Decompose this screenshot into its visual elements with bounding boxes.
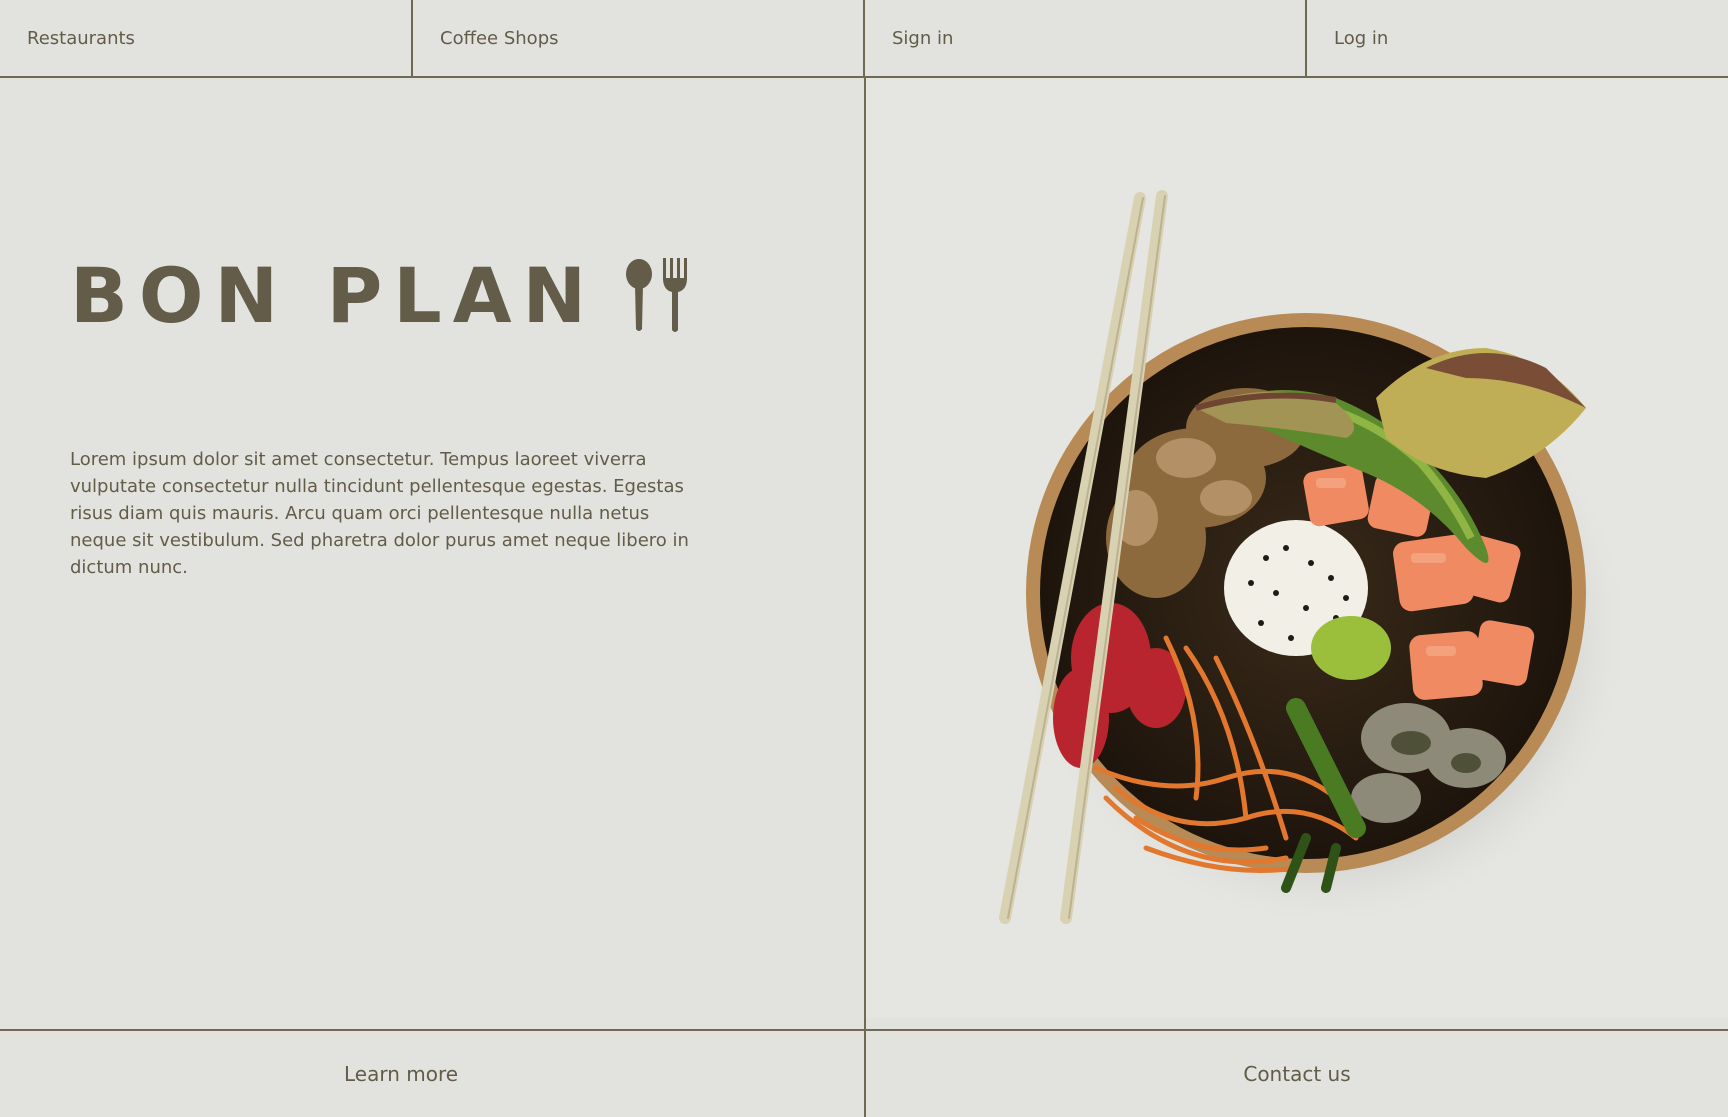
- learn-more-button[interactable]: Learn more: [0, 1031, 866, 1117]
- page: Restaurants Coffee Shops Sign in Log in …: [0, 0, 1728, 1117]
- poke-bowl-photo: [999, 190, 1636, 933]
- top-nav: Restaurants Coffee Shops Sign in Log in: [0, 0, 1728, 78]
- nav-coffee-shops[interactable]: Coffee Shops: [413, 0, 865, 76]
- contact-us-button[interactable]: Contact us: [866, 1031, 1728, 1117]
- nav-sign-in[interactable]: Sign in: [865, 0, 1307, 76]
- hero-image-panel: [866, 78, 1728, 1029]
- hero-text-panel: BON PLAN Lorem ipsum dolor sit amet cons…: [0, 78, 866, 1029]
- brand-title: BON PLAN: [70, 251, 598, 340]
- nav-restaurants[interactable]: Restaurants: [0, 0, 413, 76]
- brand-logo: BON PLAN: [70, 258, 691, 334]
- footer-actions: Learn more Contact us: [0, 1029, 1728, 1117]
- spoon-fork-icon: [626, 258, 688, 332]
- hero-description: Lorem ipsum dolor sit amet consectetur. …: [70, 449, 689, 578]
- nav-log-in[interactable]: Log in: [1307, 0, 1728, 76]
